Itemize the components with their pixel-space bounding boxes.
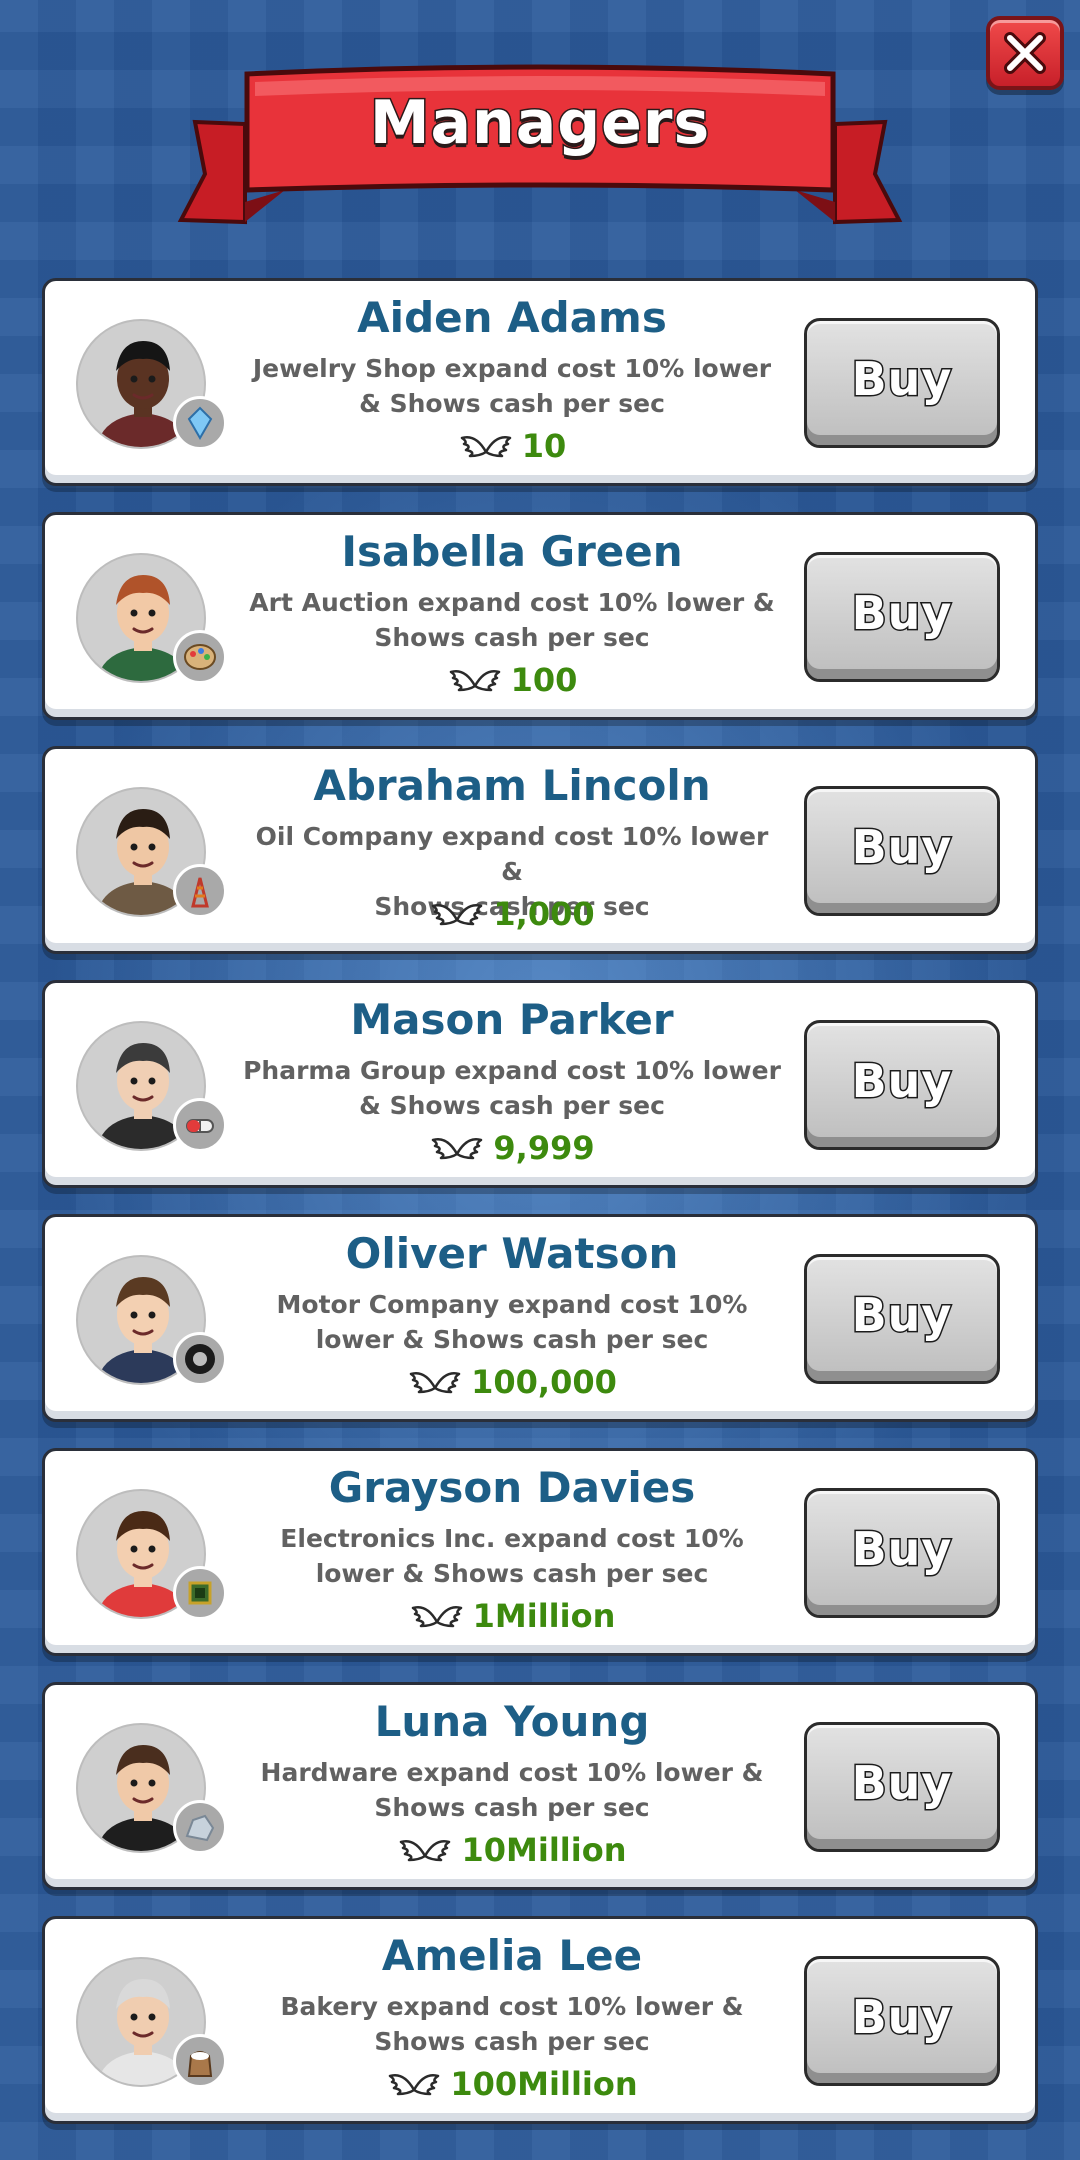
- manager-card: Amelia Lee Bakery expand cost 10% lower …: [42, 1916, 1038, 2124]
- manager-description: Jewelry Shop expand cost 10% lower & Sho…: [241, 351, 783, 421]
- price: 10Million: [225, 1831, 799, 1869]
- business-badge: [173, 630, 227, 684]
- manager-name: Isabella Green: [341, 527, 683, 576]
- manager-description: Hardware expand cost 10% lower & Shows c…: [241, 1755, 783, 1825]
- flour-sack-icon: [187, 2051, 213, 2077]
- business-badge: [173, 1098, 227, 1152]
- manager-name: Oliver Watson: [345, 1229, 679, 1278]
- description-line: Jewelry Shop expand cost 10% lower: [252, 354, 772, 383]
- oil-rig-icon: [191, 877, 209, 908]
- manager-description: Art Auction expand cost 10% lower & Show…: [241, 585, 783, 655]
- buy-button[interactable]: Buy: [804, 786, 1000, 916]
- manager-card: Grayson Davies Electronics Inc. expand c…: [42, 1448, 1038, 1656]
- description-line: Motor Company expand cost 10%: [276, 1290, 748, 1319]
- description-line: Electronics Inc. expand cost 10%: [280, 1524, 744, 1553]
- business-badge: [173, 1332, 227, 1386]
- buy-button-label: Buy: [850, 1287, 953, 1344]
- palette-icon: [184, 644, 216, 670]
- description-line: Shows cash per sec: [374, 2027, 650, 2056]
- description-line: Art Auction expand cost 10% lower &: [249, 588, 775, 617]
- wings-icon: [389, 2074, 440, 2096]
- price-value: 100,000: [471, 1363, 617, 1401]
- price-value: 10Million: [461, 1831, 627, 1869]
- price-value: 1Million: [472, 1597, 616, 1635]
- manager-card: Abraham Lincoln Oil Company expand cost …: [42, 746, 1038, 954]
- price-value: 1,000: [493, 895, 595, 933]
- price: 100Million: [225, 2065, 799, 2103]
- manager-card: Oliver Watson Motor Company expand cost …: [42, 1214, 1038, 1422]
- manager-description: Bakery expand cost 10% lower & Shows cas…: [241, 1989, 783, 2059]
- buy-button-label: Buy: [850, 351, 953, 408]
- wings-icon: [460, 436, 511, 458]
- manager-name: Mason Parker: [350, 995, 674, 1044]
- buy-button-label: Buy: [850, 1989, 953, 2046]
- buy-button-label: Buy: [850, 819, 953, 876]
- buy-button[interactable]: Buy: [804, 318, 1000, 448]
- buy-button[interactable]: Buy: [804, 552, 1000, 682]
- manager-description: Pharma Group expand cost 10% lower & Sho…: [241, 1053, 783, 1123]
- price-value: 9,999: [493, 1129, 595, 1167]
- buy-button[interactable]: Buy: [804, 1254, 1000, 1384]
- manager-description: Electronics Inc. expand cost 10% lower &…: [241, 1521, 783, 1591]
- manager-card: Isabella Green Art Auction expand cost 1…: [42, 512, 1038, 720]
- description-line: lower & Shows cash per sec: [315, 1325, 709, 1354]
- wings-icon: [432, 904, 483, 926]
- price: 1Million: [225, 1597, 799, 1635]
- wings-icon: [432, 1138, 483, 1160]
- price: 9,999: [225, 1129, 799, 1167]
- business-badge: [173, 1800, 227, 1854]
- pill-icon: [186, 1119, 214, 1133]
- wings-icon: [400, 1840, 451, 1862]
- description-line: Pharma Group expand cost 10% lower: [243, 1056, 781, 1085]
- buy-button-label: Buy: [850, 1053, 953, 1110]
- wings-icon: [411, 1606, 462, 1628]
- buy-button-label: Buy: [850, 1521, 953, 1578]
- wings-icon: [409, 1372, 461, 1394]
- business-badge: [173, 1566, 227, 1620]
- wings-icon: [449, 670, 500, 692]
- description-line: Shows cash per sec: [374, 1793, 650, 1822]
- price: 100,000: [225, 1363, 799, 1401]
- managers-list: Aiden Adams Jewelry Shop expand cost 10%…: [0, 0, 1080, 2160]
- manager-name: Luna Young: [374, 1697, 650, 1746]
- description-line: Hardware expand cost 10% lower &: [260, 1758, 764, 1787]
- tire-icon: [185, 1344, 215, 1374]
- buy-button-label: Buy: [850, 1755, 953, 1812]
- buy-button[interactable]: Buy: [804, 1722, 1000, 1852]
- diamond-icon: [187, 406, 213, 440]
- ore-icon: [185, 1814, 215, 1842]
- manager-card: Luna Young Hardware expand cost 10% lowe…: [42, 1682, 1038, 1890]
- microchip-icon: [188, 1581, 212, 1605]
- business-badge: [173, 2034, 227, 2088]
- description-line: & Shows cash per sec: [359, 1091, 665, 1120]
- price-value: 10: [521, 427, 567, 465]
- price: 1,000: [225, 895, 799, 933]
- description-line: Bakery expand cost 10% lower &: [280, 1992, 744, 2021]
- business-badge: [173, 396, 227, 450]
- price-value: 100Million: [450, 2065, 638, 2103]
- manager-name: Grayson Davies: [328, 1463, 696, 1512]
- description-line: Oil Company expand cost 10% lower &: [255, 822, 769, 886]
- buy-button[interactable]: Buy: [804, 1488, 1000, 1618]
- manager-name: Aiden Adams: [357, 293, 667, 342]
- manager-name: Amelia Lee: [381, 1931, 643, 1980]
- buy-button[interactable]: Buy: [804, 1020, 1000, 1150]
- manager-card: Aiden Adams Jewelry Shop expand cost 10%…: [42, 278, 1038, 486]
- manager-description: Motor Company expand cost 10% lower & Sh…: [241, 1287, 783, 1357]
- manager-name: Abraham Lincoln: [313, 761, 711, 810]
- buy-button[interactable]: Buy: [804, 1956, 1000, 2086]
- business-badge: [173, 864, 227, 918]
- buy-button-label: Buy: [850, 585, 953, 642]
- price-value: 100: [510, 661, 578, 699]
- description-line: Shows cash per sec: [374, 623, 650, 652]
- price: 100: [225, 661, 799, 699]
- description-line: & Shows cash per sec: [359, 389, 665, 418]
- manager-card: Mason Parker Pharma Group expand cost 10…: [42, 980, 1038, 1188]
- description-line: lower & Shows cash per sec: [315, 1559, 709, 1588]
- price: 10: [225, 427, 799, 465]
